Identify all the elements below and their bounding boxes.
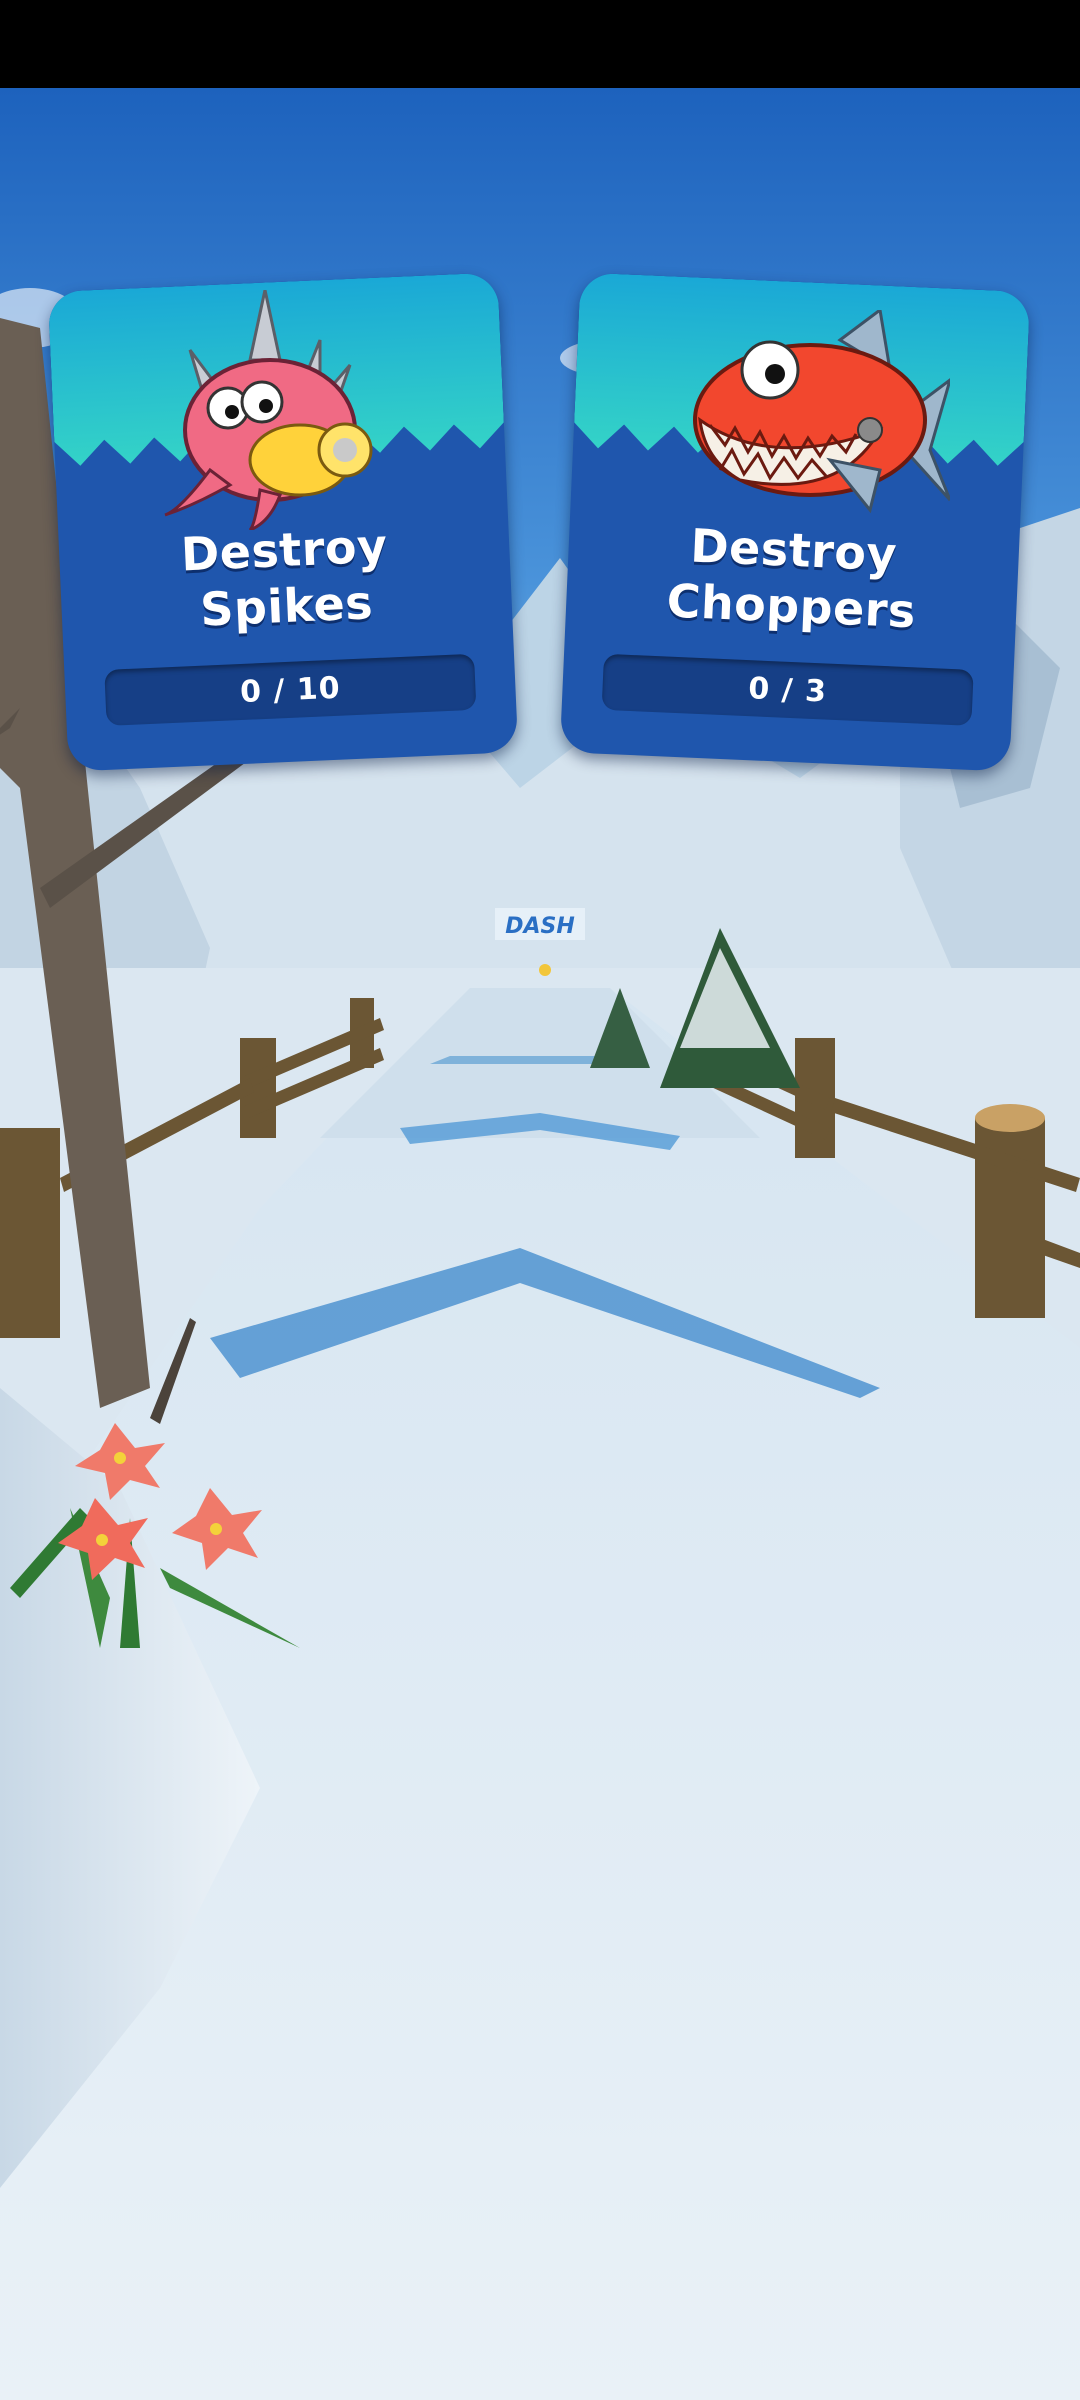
- mission-title: Destroy Spikes: [179, 518, 389, 637]
- runner: [539, 964, 551, 976]
- mission-progress: 0 / 10: [104, 653, 477, 726]
- mission-title: Destroy Choppers: [665, 518, 918, 639]
- game-screen: DASH Destroy Spikes 0 / 10 Destroy Chopp…: [0, 0, 1080, 2400]
- chopper-fish-icon: [693, 310, 950, 514]
- mission-progress: 0 / 3: [601, 653, 974, 726]
- dash-banner: DASH: [495, 908, 585, 940]
- dash-banner-text: DASH: [505, 914, 575, 939]
- status-bar: [0, 0, 1080, 88]
- spikes-badnik-icon: [164, 290, 373, 530]
